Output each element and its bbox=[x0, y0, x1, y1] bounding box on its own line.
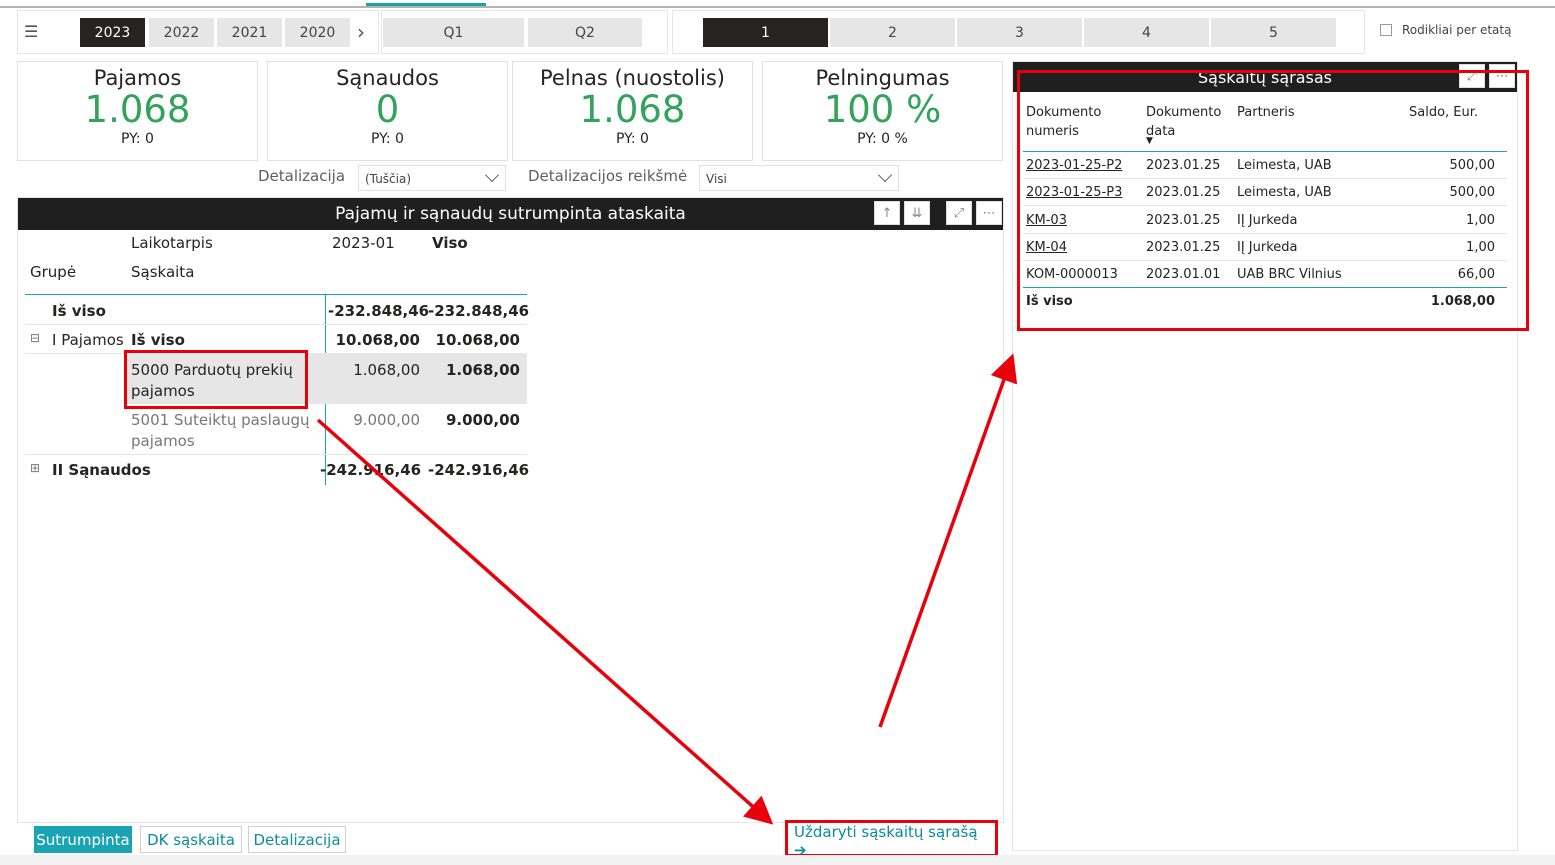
annotation-arrows bbox=[316, 353, 1018, 825]
tab-summary[interactable]: Sutrumpinta bbox=[34, 826, 132, 853]
close-invoice-list-link[interactable]: Uždaryti sąskaitų sąrašą ➔ bbox=[789, 823, 994, 859]
arrow-to-close-link bbox=[316, 418, 774, 825]
arrow-to-invoice-list bbox=[878, 353, 1018, 728]
bottom-scroll-strip bbox=[0, 855, 1555, 865]
tab-gl-account[interactable]: DK sąskaita bbox=[140, 826, 242, 853]
tab-detail[interactable]: Detalizacija bbox=[248, 826, 346, 853]
